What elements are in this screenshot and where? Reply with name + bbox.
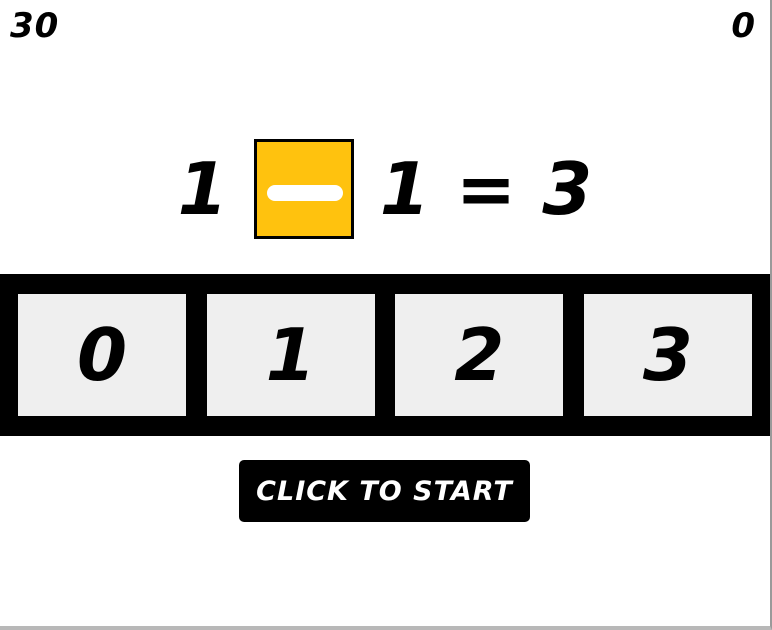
answer-button-2[interactable]: 2 bbox=[395, 294, 564, 416]
left-operand: 1 bbox=[177, 147, 228, 231]
score-display: 0 bbox=[731, 6, 756, 46]
minus-icon bbox=[266, 185, 343, 201]
operator-box bbox=[253, 139, 354, 239]
result-value: 3 bbox=[542, 147, 593, 231]
right-operand: 1 bbox=[379, 147, 430, 231]
start-button[interactable]: CLICK TO START bbox=[239, 460, 530, 522]
answer-button-0[interactable]: 0 bbox=[18, 294, 186, 416]
answer-button-1[interactable]: 1 bbox=[206, 294, 375, 416]
equals-sign: = bbox=[455, 147, 517, 231]
timer-display: 30 bbox=[10, 6, 60, 46]
answer-button-3[interactable]: 3 bbox=[583, 294, 752, 416]
answer-bar: 0 1 2 3 bbox=[0, 274, 770, 436]
game-frame: 30 0 1 1 = 3 0 1 2 3 CLICK TO START bbox=[0, 0, 772, 630]
equation-row: 1 1 = 3 bbox=[0, 136, 770, 242]
